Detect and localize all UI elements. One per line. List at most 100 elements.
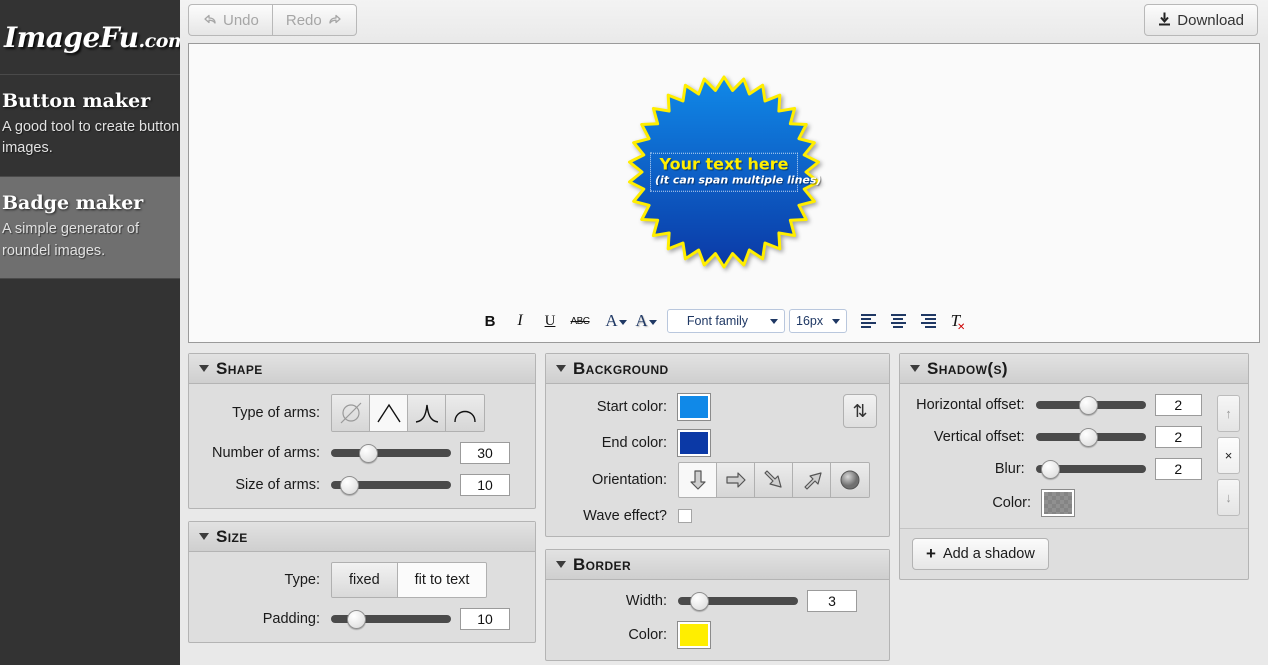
end-color-label: End color: <box>601 435 667 451</box>
arrow-right-icon <box>725 472 746 488</box>
start-color-label: Start color: <box>596 399 667 415</box>
slider-knob[interactable] <box>1079 395 1099 415</box>
text-color-button[interactable]: A <box>601 309 631 333</box>
border-width-slider[interactable] <box>678 591 798 611</box>
size-type-fixed-button[interactable]: fixed <box>332 563 398 597</box>
slider-knob[interactable] <box>690 591 710 611</box>
slider-knob[interactable] <box>347 609 367 629</box>
end-color-swatch[interactable] <box>677 429 711 457</box>
orientation-down-button[interactable] <box>679 463 717 497</box>
logo-name: ImageFu <box>4 20 139 54</box>
font-size-select[interactable]: 16px <box>789 309 847 333</box>
download-button[interactable]: Download <box>1144 4 1258 36</box>
shadow-v-value[interactable]: 2 <box>1154 426 1202 448</box>
border-color-swatch[interactable] <box>677 621 711 649</box>
shadow-remove-button[interactable]: × <box>1217 437 1240 474</box>
badge-text-block[interactable]: Your text here (it can span multiple lin… <box>650 152 821 192</box>
panel-column-1: Shape Type of arms: Number of arms: 30 S… <box>188 353 536 643</box>
shape-panel-header[interactable]: Shape <box>189 354 535 384</box>
redo-button[interactable]: Redo <box>271 4 357 36</box>
bold-button[interactable]: B <box>475 309 505 333</box>
slider-knob[interactable] <box>1079 427 1099 447</box>
sidebar-item-badge-maker-title: Badge maker <box>2 192 144 215</box>
orientation-diagonal-up-button[interactable] <box>793 463 831 497</box>
site-logo[interactable]: ImageFu.com <box>0 0 180 75</box>
shape-panel: Shape Type of arms: Number of arms: 30 S… <box>188 353 536 509</box>
align-left-button[interactable] <box>853 309 883 333</box>
swap-colors-button[interactable]: ⇅ <box>843 394 877 428</box>
arm-number-value[interactable]: 30 <box>460 442 510 464</box>
sidebar-item-badge-maker[interactable]: Badge maker A simple generator of rounde… <box>0 177 180 280</box>
font-family-select[interactable]: Font family <box>667 309 785 333</box>
align-right-button[interactable] <box>913 309 943 333</box>
app-root: ImageFu.com Button maker A good tool to … <box>0 0 1268 665</box>
end-color-row: End color: <box>558 429 832 457</box>
shadow-move-down-button[interactable]: ↓ <box>1217 479 1240 516</box>
border-panel-header[interactable]: Border <box>546 550 889 580</box>
orientation-group <box>678 462 870 498</box>
italic-button[interactable]: I <box>505 309 535 333</box>
shadow-blur-row: Blur: 2 <box>912 458 1202 480</box>
arm-type-group <box>331 394 485 432</box>
toolbar: Undo Redo Download <box>180 0 1268 40</box>
clear-formatting-button[interactable]: T ✕ <box>943 309 973 333</box>
undo-button[interactable]: Undo <box>188 4 272 36</box>
align-center-button[interactable] <box>883 309 913 333</box>
orientation-diagonal-down-button[interactable] <box>755 463 793 497</box>
shadow-blur-slider[interactable] <box>1035 459 1146 479</box>
shadow-blur-value[interactable]: 2 <box>1154 458 1202 480</box>
history-button-group: Undo Redo <box>188 4 357 36</box>
strikethrough-button[interactable]: ABC <box>565 309 595 333</box>
background-panel-header[interactable]: Background <box>546 354 889 384</box>
border-width-value[interactable]: 3 <box>807 590 857 612</box>
shadow-panel: Shadow(s) Horizontal offset: 2 Vertical … <box>899 353 1249 580</box>
canvas[interactable]: Your text here (it can span multiple lin… <box>188 43 1260 343</box>
arm-type-none-button[interactable] <box>332 395 370 431</box>
sidebar: ImageFu.com Button maker A good tool to … <box>0 0 180 665</box>
shadow-color-swatch[interactable] <box>1041 489 1075 517</box>
shadow-h-row: Horizontal offset: 2 <box>912 394 1202 416</box>
shadow-v-slider[interactable] <box>1035 427 1146 447</box>
shadow-panel-header[interactable]: Shadow(s) <box>900 354 1248 384</box>
slider-knob[interactable] <box>340 475 360 495</box>
underline-button[interactable]: U <box>535 309 565 333</box>
size-panel-title: Size <box>216 526 248 546</box>
arm-type-peak-button[interactable] <box>370 395 408 431</box>
arrow-diagonal-down-icon <box>763 470 782 488</box>
highlight-color-button[interactable]: A <box>631 309 661 333</box>
arm-size-slider[interactable] <box>331 475 451 495</box>
shadow-move-up-button[interactable]: ↑ <box>1217 395 1240 432</box>
arm-size-value[interactable]: 10 <box>460 474 510 496</box>
size-type-fit-button[interactable]: fit to text <box>397 563 487 597</box>
arm-number-row: Number of arms: 30 <box>201 442 523 464</box>
slider-knob[interactable] <box>1041 459 1061 479</box>
panel-column-3: Shadow(s) Horizontal offset: 2 Vertical … <box>899 353 1249 580</box>
highlight-color-label: A <box>635 311 648 330</box>
badge-shape[interactable]: Your text here (it can span multiple lin… <box>626 74 822 270</box>
size-panel-header[interactable]: Size <box>189 522 535 552</box>
orientation-radial-button[interactable] <box>831 463 869 497</box>
border-panel: Border Width: 3 Color: <box>545 549 890 661</box>
wave-effect-checkbox[interactable] <box>678 509 692 523</box>
size-panel: Size Type: fixed fit to text Padding: 10 <box>188 521 536 643</box>
padding-value[interactable]: 10 <box>460 608 510 630</box>
add-shadow-button[interactable]: + Add a shadow <box>912 538 1049 570</box>
slider-knob[interactable] <box>359 443 379 463</box>
collapse-triangle-icon <box>199 365 209 372</box>
shadow-h-slider[interactable] <box>1035 395 1146 415</box>
arm-type-row: Type of arms: <box>201 394 523 432</box>
concave-peak-icon <box>415 404 438 423</box>
start-color-swatch[interactable] <box>677 393 711 421</box>
arm-type-concave-button[interactable] <box>408 395 446 431</box>
sidebar-item-button-maker[interactable]: Button maker A good tool to create butto… <box>0 75 180 178</box>
shadow-h-value[interactable]: 2 <box>1154 394 1202 416</box>
redo-icon <box>328 13 343 28</box>
orientation-right-button[interactable] <box>717 463 755 497</box>
padding-slider[interactable] <box>331 609 451 629</box>
shadow-panel-body: Horizontal offset: 2 Vertical offset: 2 … <box>900 384 1248 528</box>
arm-type-dome-button[interactable] <box>446 395 484 431</box>
padding-row: Padding: 10 <box>201 608 523 630</box>
arm-number-slider[interactable] <box>331 443 451 463</box>
chevron-down-icon <box>770 318 778 324</box>
padding-label: Padding: <box>262 611 320 627</box>
